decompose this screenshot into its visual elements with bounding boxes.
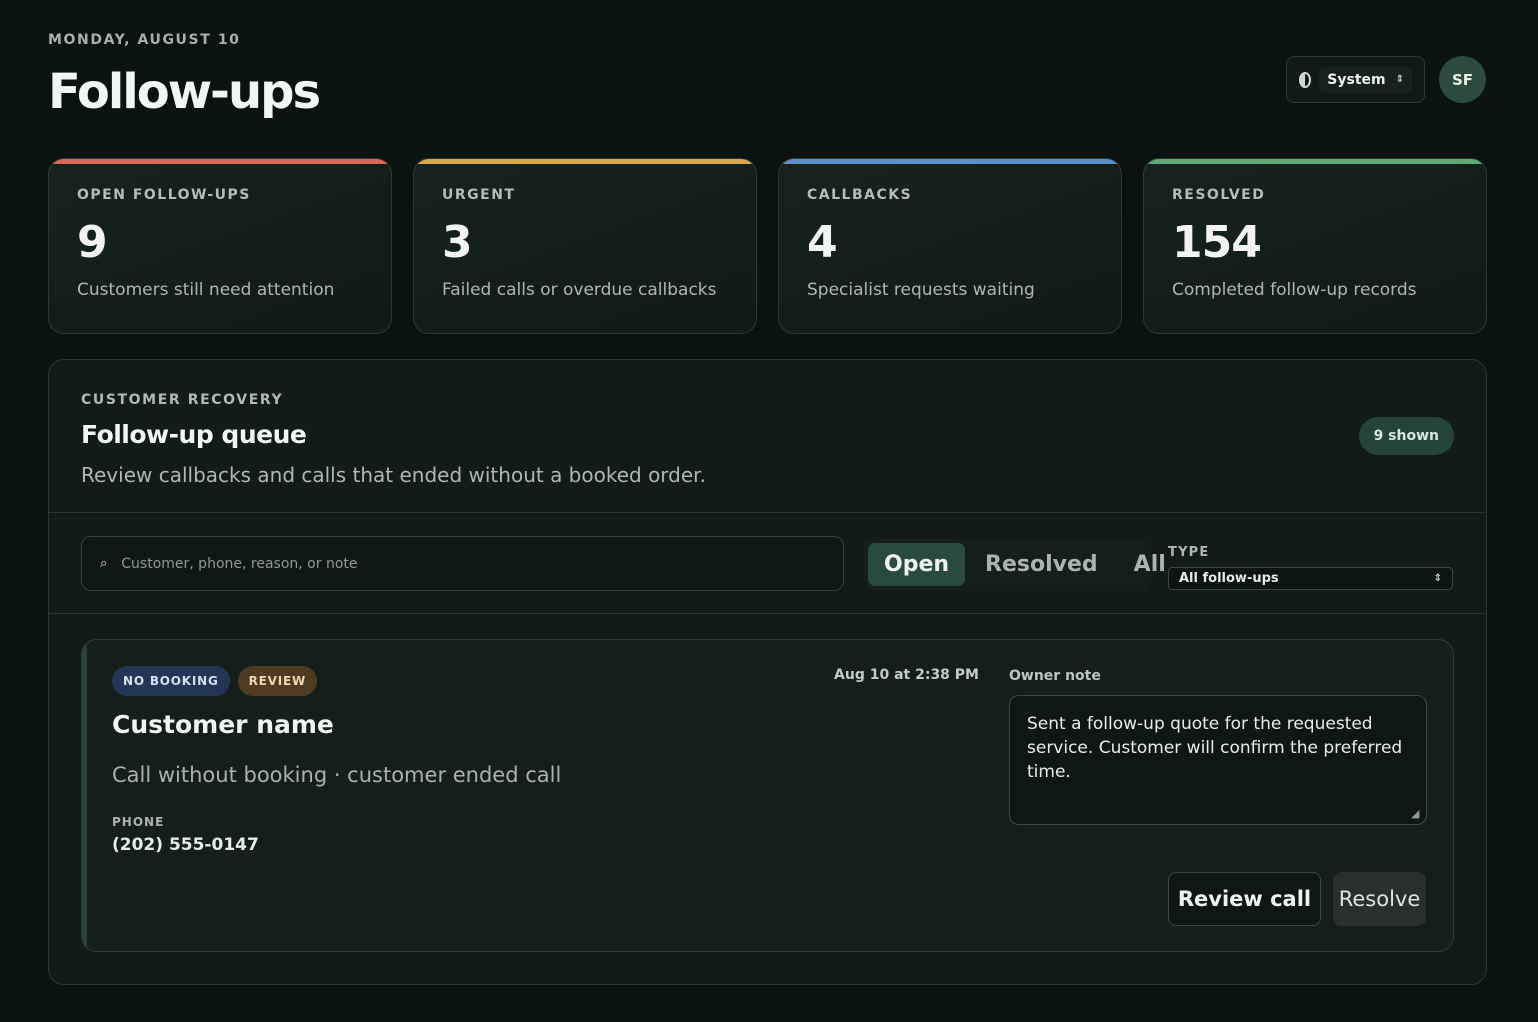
avatar[interactable]: SF: [1439, 56, 1486, 103]
type-filter: TYPE All follow-ups ⇕: [1168, 545, 1453, 590]
stat-value: 9: [77, 217, 108, 268]
review-badge: REVIEW: [237, 666, 318, 696]
chevron-updown-icon: ⇕: [1433, 572, 1442, 584]
search-box[interactable]: ⌕: [81, 536, 844, 591]
review-call-button[interactable]: Review call: [1168, 872, 1321, 926]
card-badges: NO BOOKING REVIEW: [112, 666, 318, 696]
panel-subtitle: Review callbacks and calls that ended wi…: [81, 463, 706, 487]
stat-label: URGENT: [442, 187, 516, 203]
stat-card-open: OPEN FOLLOW-UPS 9 Customers still need a…: [48, 158, 392, 334]
no-booking-badge: NO BOOKING: [112, 666, 230, 696]
contrast-icon: [1299, 71, 1312, 88]
type-label: TYPE: [1168, 545, 1210, 560]
date-label: MONDAY, AUGUST 10: [48, 32, 241, 48]
stat-card-resolved: RESOLVED 154 Completed follow-up records: [1143, 158, 1487, 334]
stat-label: OPEN FOLLOW-UPS: [77, 187, 251, 203]
stat-value: 3: [442, 217, 473, 268]
stat-description: Specialist requests waiting: [807, 280, 1035, 300]
search-input[interactable]: [121, 555, 825, 572]
stat-description: Customers still need attention: [77, 280, 335, 300]
shown-count-badge: 9 shown: [1358, 417, 1454, 455]
stat-card-urgent: URGENT 3 Failed calls or overdue callbac…: [413, 158, 757, 334]
theme-value-pill: System ⇕: [1319, 66, 1412, 93]
phone-label: PHONE: [112, 815, 165, 829]
owner-note-label: Owner note: [1009, 668, 1101, 684]
stat-accent-bar: [1144, 159, 1486, 164]
chevron-updown-icon: ⇕: [1395, 73, 1404, 85]
filter-resolved[interactable]: Resolved: [969, 543, 1114, 586]
stat-accent-bar: [779, 159, 1121, 164]
stat-description: Completed follow-up records: [1172, 280, 1417, 300]
page-header: MONDAY, AUGUST 10 Follow-ups: [48, 32, 321, 120]
resolve-button[interactable]: Resolve: [1333, 872, 1426, 926]
theme-value: System: [1327, 71, 1386, 88]
type-value: All follow-ups: [1179, 571, 1279, 586]
stat-accent-bar: [49, 159, 391, 164]
stat-label: RESOLVED: [1172, 187, 1266, 203]
status-filter-group: Open Resolved All: [864, 538, 1166, 591]
follow-up-card: NO BOOKING REVIEW Customer name Call wit…: [81, 639, 1454, 952]
card-accent-bar: [82, 640, 87, 951]
panel-title: Follow-up queue: [81, 420, 307, 449]
filter-open[interactable]: Open: [868, 543, 966, 586]
resize-handle-icon[interactable]: ◢: [1411, 807, 1419, 820]
panel-header: CUSTOMER RECOVERY Follow-up queue Review…: [49, 360, 1486, 513]
page-title: Follow-ups: [48, 64, 321, 120]
type-select[interactable]: All follow-ups ⇕: [1168, 567, 1453, 590]
stats-row: OPEN FOLLOW-UPS 9 Customers still need a…: [48, 158, 1487, 334]
call-timestamp: Aug 10 at 2:38 PM: [834, 667, 979, 683]
stat-card-callbacks: CALLBACKS 4 Specialist requests waiting: [778, 158, 1122, 334]
customer-name: Customer name: [112, 710, 334, 739]
stat-value: 154: [1172, 217, 1262, 268]
stat-description: Failed calls or overdue callbacks: [442, 280, 717, 300]
top-right-controls: System ⇕ SF: [1286, 56, 1486, 103]
stat-value: 4: [807, 217, 838, 268]
stat-label: CALLBACKS: [807, 187, 913, 203]
theme-select[interactable]: System ⇕: [1286, 56, 1425, 103]
panel-eyebrow: CUSTOMER RECOVERY: [81, 392, 284, 408]
phone-number: (202) 555-0147: [112, 835, 259, 855]
search-icon: ⌕: [100, 556, 108, 571]
stat-accent-bar: [414, 159, 756, 164]
queue-toolbar: ⌕ Open Resolved All TYPE All follow-ups …: [49, 513, 1486, 614]
owner-note-field[interactable]: Sent a follow-up quote for the requested…: [1009, 695, 1427, 825]
follow-up-queue-panel: CUSTOMER RECOVERY Follow-up queue Review…: [48, 359, 1487, 985]
call-description: Call without booking · customer ended ca…: [112, 763, 562, 787]
